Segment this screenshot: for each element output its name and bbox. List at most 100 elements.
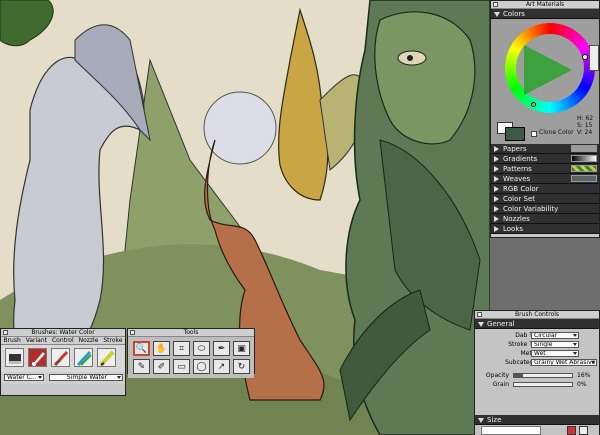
color-variability-label: Color Variability bbox=[503, 205, 559, 213]
stroke-type-row: Stroke Type Single bbox=[475, 340, 599, 349]
method-select[interactable]: Wet bbox=[531, 350, 579, 357]
palette-dock: Art Materials Colors Clone Color H: 62 S… bbox=[474, 0, 600, 435]
subcategory-row: Subcategory Grainy Wet Abrasive bbox=[475, 358, 599, 367]
general-section-header[interactable]: General bbox=[475, 319, 599, 329]
hue-value: H: 62 bbox=[577, 115, 594, 122]
subcategory-select[interactable]: Grainy Wet Abrasive bbox=[531, 359, 597, 366]
colors-section-header[interactable]: Colors bbox=[491, 9, 599, 19]
eraser-brush-icon[interactable] bbox=[5, 348, 24, 367]
papers-section[interactable]: Papers bbox=[491, 144, 599, 154]
grain-value: 0% bbox=[577, 381, 587, 388]
stroke-type-select[interactable]: Single bbox=[531, 341, 579, 348]
grain-slider[interactable] bbox=[513, 382, 573, 387]
brush-selectors: Water C... Simple Water bbox=[1, 372, 125, 384]
value-value: V: 24 bbox=[577, 129, 593, 136]
nozzles-section[interactable]: Nozzles bbox=[491, 214, 599, 224]
lasso-icon[interactable]: ⬭ bbox=[193, 341, 210, 356]
rotate-icon[interactable]: ↻ bbox=[233, 359, 250, 374]
gradients-section[interactable]: Gradients bbox=[491, 154, 599, 164]
brush-menu[interactable]: Brush bbox=[3, 337, 20, 344]
general-panel: Dab Type Circular Stroke Type Single Met… bbox=[475, 329, 599, 415]
brushes-palette: Brushes: Water Color Brush Variant Contr… bbox=[0, 328, 126, 396]
size-hard-icon[interactable] bbox=[567, 426, 576, 435]
disclosure-open-icon bbox=[478, 418, 484, 423]
art-materials-palette: Art Materials Colors Clone Color H: 62 S… bbox=[490, 0, 600, 238]
dab-type-select[interactable]: Circular bbox=[531, 332, 579, 339]
chalk-brush-icon[interactable] bbox=[74, 348, 93, 367]
brush-controls-title: Brush Controls bbox=[514, 311, 560, 318]
main-color-swatch[interactable] bbox=[505, 127, 525, 141]
gradients-swatch bbox=[571, 155, 597, 162]
opacity-slider[interactable] bbox=[513, 373, 573, 378]
close-icon[interactable] bbox=[493, 2, 498, 7]
oval-select-icon[interactable]: ◯ bbox=[193, 359, 210, 374]
opacity-label: Opacity bbox=[485, 372, 509, 379]
disclosure-closed-icon bbox=[494, 216, 499, 222]
rgb-color-section[interactable]: RGB Color bbox=[491, 184, 599, 194]
weaves-swatch bbox=[571, 175, 597, 182]
patterns-label: Patterns bbox=[503, 165, 532, 173]
size-section-header[interactable]: Size bbox=[475, 415, 599, 425]
tools-title: Tools bbox=[183, 329, 199, 336]
brushes-title: Brushes: Water Color bbox=[31, 329, 95, 336]
variant-menu[interactable]: Variant bbox=[26, 337, 47, 344]
color-picker-indicator[interactable] bbox=[531, 102, 536, 107]
size-label: Size bbox=[487, 416, 502, 424]
control-menu[interactable]: Control bbox=[52, 337, 74, 344]
close-icon[interactable] bbox=[3, 330, 8, 335]
rect-select-icon[interactable]: ▭ bbox=[173, 359, 190, 374]
grain-label: Grain bbox=[492, 381, 509, 388]
general-label: General bbox=[487, 320, 515, 328]
hue-indicator[interactable] bbox=[582, 54, 588, 60]
looks-section[interactable]: Looks bbox=[491, 224, 599, 234]
brush-controls-title-bar[interactable]: Brush Controls bbox=[475, 311, 599, 319]
patterns-section[interactable]: Patterns bbox=[491, 164, 599, 174]
size-soft-icon[interactable] bbox=[579, 426, 588, 435]
dab-type-row: Dab Type Circular bbox=[475, 331, 599, 340]
water-color-brush-icon[interactable] bbox=[28, 348, 47, 367]
nozzle-menu[interactable]: Nozzle bbox=[79, 337, 99, 344]
rgb-color-label: RGB Color bbox=[503, 185, 539, 193]
disclosure-closed-icon bbox=[494, 226, 499, 232]
pencil-brush-icon[interactable] bbox=[97, 348, 116, 367]
disclosure-closed-icon bbox=[494, 156, 499, 162]
tools-grid: 🔍 ✋ ⌗ ⬭ ✒ ▣ ✎ ✐ ▭ ◯ ↗ ↻ bbox=[128, 337, 254, 378]
papers-label: Papers bbox=[503, 145, 527, 153]
clone-color-label: Clone Color bbox=[539, 129, 574, 136]
color-set-section[interactable]: Color Set bbox=[491, 194, 599, 204]
size-panel bbox=[475, 425, 599, 435]
disclosure-closed-icon bbox=[494, 166, 499, 172]
close-icon[interactable] bbox=[130, 330, 135, 335]
magnifier-icon[interactable]: 🔍 bbox=[133, 341, 150, 356]
color-wheel-mini-button[interactable] bbox=[589, 45, 599, 71]
grain-row: Grain 0% bbox=[475, 380, 599, 389]
weaves-section[interactable]: Weaves bbox=[491, 174, 599, 184]
patterns-swatch bbox=[571, 165, 597, 172]
dropper-icon[interactable]: ✐ bbox=[153, 359, 170, 374]
brushes-menu-bar: Brush Variant Control Nozzle Stroke bbox=[1, 337, 125, 345]
saturation-value-triangle[interactable] bbox=[524, 45, 572, 95]
disclosure-closed-icon bbox=[494, 186, 499, 192]
crop-icon[interactable]: ⌗ bbox=[173, 341, 190, 356]
brushes-title-bar[interactable]: Brushes: Water Color bbox=[1, 329, 125, 337]
close-icon[interactable] bbox=[477, 312, 482, 317]
text-icon[interactable]: ↗ bbox=[213, 359, 230, 374]
brush-icon[interactable]: ✎ bbox=[133, 359, 150, 374]
clone-color-checkbox[interactable] bbox=[531, 131, 537, 137]
brush-variant-select[interactable]: Simple Water bbox=[49, 374, 123, 381]
stroke-menu[interactable]: Stroke bbox=[103, 337, 122, 344]
nozzles-label: Nozzles bbox=[503, 215, 530, 223]
opacity-row: Opacity 16% bbox=[475, 371, 599, 380]
hsv-readout: H: 62 S: 15 V: 24 bbox=[577, 115, 599, 136]
brush-category-select[interactable]: Water C... bbox=[4, 374, 44, 381]
pen-icon[interactable]: ✒ bbox=[213, 341, 230, 356]
brush-category-icons bbox=[1, 345, 125, 372]
brush-variant-icon[interactable] bbox=[51, 348, 70, 367]
art-materials-title-bar[interactable]: Art Materials bbox=[491, 1, 599, 9]
tools-title-bar[interactable]: Tools bbox=[128, 329, 254, 337]
brush-controls-palette: Brush Controls General Dab Type Circular… bbox=[474, 310, 600, 435]
size-preview bbox=[481, 426, 541, 435]
color-variability-section[interactable]: Color Variability bbox=[491, 204, 599, 214]
paint-bucket-icon[interactable]: ▣ bbox=[233, 341, 250, 356]
grabber-icon[interactable]: ✋ bbox=[153, 341, 170, 356]
